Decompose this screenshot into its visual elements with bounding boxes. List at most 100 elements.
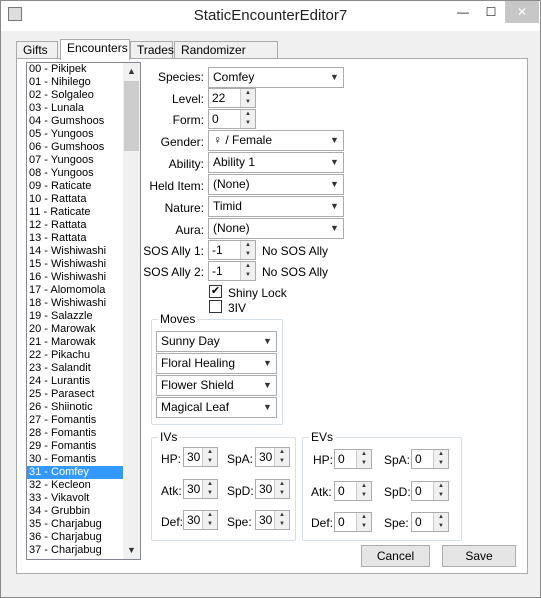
list-item[interactable]: 35 - Charjabug	[27, 518, 123, 531]
iv-hp-stepper[interactable]: 30 ▲ ▼	[183, 447, 218, 467]
scroll-up-icon[interactable]: ▲	[123, 63, 140, 80]
iv-spa-stepper[interactable]: 30 ▲ ▼	[255, 447, 290, 467]
move-4-dropdown[interactable]: Magical Leaf ▼	[156, 397, 277, 418]
list-item[interactable]: 20 - Marowak	[27, 323, 123, 336]
sos-ally-1-spin[interactable]: ▲ ▼	[240, 241, 255, 259]
list-item[interactable]: 00 - Pikipek	[27, 63, 123, 76]
tab-trades[interactable]: Trades	[130, 41, 174, 59]
iv-spd-stepper[interactable]: 30 ▲ ▼	[255, 479, 290, 499]
sos-ally-1-stepper[interactable]: -1 ▲ ▼	[208, 240, 256, 260]
iv-atk-stepper[interactable]: 30 ▲ ▼	[183, 479, 218, 499]
list-item[interactable]: 02 - Solgaleo	[27, 89, 123, 102]
list-item[interactable]: 06 - Gumshoos	[27, 141, 123, 154]
list-item[interactable]: 36 - Charjabug	[27, 531, 123, 544]
ev-spe-spin[interactable]: ▲ ▼	[433, 513, 448, 531]
list-item[interactable]: 21 - Marowak	[27, 336, 123, 349]
ev-spa-value: 0	[415, 452, 422, 466]
list-item[interactable]: 26 - Shiinotic	[27, 401, 123, 414]
move-2-dropdown[interactable]: Floral Healing ▼	[156, 353, 277, 374]
gender-dropdown[interactable]: ♀ / Female ▼	[208, 130, 344, 151]
list-item[interactable]: 25 - Parasect	[27, 388, 123, 401]
tab-randomizer-options[interactable]: Randomizer Options	[174, 41, 278, 71]
ev-spd-stepper[interactable]: 0 ▲ ▼	[411, 481, 449, 501]
level-stepper[interactable]: 22 ▲ ▼	[208, 88, 256, 108]
list-item[interactable]: 11 - Raticate	[27, 206, 123, 219]
iv-def-spin[interactable]: ▲ ▼	[202, 511, 217, 529]
minimize-button[interactable]: —	[449, 1, 477, 23]
maximize-button[interactable]: ☐	[477, 1, 505, 23]
list-item[interactable]: 28 - Fomantis	[27, 427, 123, 440]
close-button[interactable]: ✕	[505, 1, 539, 23]
list-item[interactable]: 27 - Fomantis	[27, 414, 123, 427]
list-item[interactable]: 13 - Rattata	[27, 232, 123, 245]
ev-atk-spin[interactable]: ▲ ▼	[356, 482, 371, 500]
iv-def-stepper[interactable]: 30 ▲ ▼	[183, 510, 218, 530]
three-iv-label[interactable]: 3IV	[228, 301, 246, 315]
held-item-dropdown[interactable]: (None) ▼	[208, 174, 344, 195]
list-item[interactable]: 16 - Wishiwashi	[27, 271, 123, 284]
tab-gifts[interactable]: Gifts	[16, 41, 58, 59]
list-item[interactable]: 04 - Gumshoos	[27, 115, 123, 128]
iv-spe-spin[interactable]: ▲ ▼	[274, 511, 289, 529]
ev-spa-stepper[interactable]: 0 ▲ ▼	[411, 449, 449, 469]
aura-dropdown[interactable]: (None) ▼	[208, 218, 344, 239]
shiny-lock-checkbox[interactable]: ✔	[209, 285, 222, 298]
list-item[interactable]: 23 - Salandit	[27, 362, 123, 375]
list-item[interactable]: 33 - Vikavolt	[27, 492, 123, 505]
list-item[interactable]: 24 - Lurantis	[27, 375, 123, 388]
list-item[interactable]: 30 - Fomantis	[27, 453, 123, 466]
list-item[interactable]: 10 - Rattata	[27, 193, 123, 206]
list-item[interactable]: 05 - Yungoos	[27, 128, 123, 141]
form-spin[interactable]: ▲ ▼	[240, 110, 255, 128]
ev-hp-stepper[interactable]: 0 ▲ ▼	[334, 449, 372, 469]
list-item[interactable]: 32 - Kecleon	[27, 479, 123, 492]
iv-hp-spin[interactable]: ▲ ▼	[202, 448, 217, 466]
level-spin[interactable]: ▲ ▼	[240, 89, 255, 107]
encounter-list[interactable]: 00 - Pikipek 01 - Nihilego 02 - Solgaleo 03…	[26, 62, 141, 560]
iv-spd-spin[interactable]: ▲ ▼	[274, 480, 289, 498]
iv-atk-spin[interactable]: ▲ ▼	[202, 480, 217, 498]
list-item[interactable]: 29 - Fomantis	[27, 440, 123, 453]
ev-spe-stepper[interactable]: 0 ▲ ▼	[411, 512, 449, 532]
list-scrollbar[interactable]: ▲ ▼	[123, 63, 140, 559]
ev-def-stepper[interactable]: 0 ▲ ▼	[334, 512, 372, 532]
sos-ally-2-stepper[interactable]: -1 ▲ ▼	[208, 261, 256, 281]
scroll-thumb[interactable]	[124, 81, 139, 151]
list-item[interactable]: 22 - Pikachu	[27, 349, 123, 362]
list-item[interactable]: 19 - Salazzle	[27, 310, 123, 323]
nature-dropdown[interactable]: Timid ▼	[208, 196, 344, 217]
list-item[interactable]: 09 - Raticate	[27, 180, 123, 193]
list-item[interactable]: 14 - Wishiwashi	[27, 245, 123, 258]
list-item[interactable]: 03 - Lunala	[27, 102, 123, 115]
sos-ally-2-spin[interactable]: ▲ ▼	[240, 262, 255, 280]
ev-hp-spin[interactable]: ▲ ▼	[356, 450, 371, 468]
iv-spe-stepper[interactable]: 30 ▲ ▼	[255, 510, 290, 530]
iv-spa-spin[interactable]: ▲ ▼	[274, 448, 289, 466]
list-item[interactable]: 07 - Yungoos	[27, 154, 123, 167]
list-item[interactable]: 31 - Comfey	[27, 466, 123, 479]
ev-atk-stepper[interactable]: 0 ▲ ▼	[334, 481, 372, 501]
cancel-button[interactable]: Cancel	[361, 545, 430, 567]
move-1-dropdown[interactable]: Sunny Day ▼	[156, 331, 277, 352]
three-iv-checkbox[interactable]	[209, 300, 222, 313]
move-3-dropdown[interactable]: Flower Shield ▼	[156, 375, 277, 396]
list-item[interactable]: 37 - Charjabug	[27, 544, 123, 557]
title-bar[interactable]: StaticEncounterEditor7 — ☐ ✕	[1, 1, 540, 31]
list-item[interactable]: 12 - Rattata	[27, 219, 123, 232]
ev-def-spin[interactable]: ▲ ▼	[356, 513, 371, 531]
form-stepper[interactable]: 0 ▲ ▼	[208, 109, 256, 129]
list-item[interactable]: 18 - Wishiwashi	[27, 297, 123, 310]
list-item[interactable]: 17 - Alomomola	[27, 284, 123, 297]
ev-spa-spin[interactable]: ▲ ▼	[433, 450, 448, 468]
ev-spd-spin[interactable]: ▲ ▼	[433, 482, 448, 500]
save-button[interactable]: Save	[442, 545, 516, 567]
shiny-lock-label[interactable]: Shiny Lock	[228, 286, 287, 300]
tab-encounters[interactable]: Encounters	[60, 39, 130, 60]
ability-dropdown[interactable]: Ability 1 ▼	[208, 152, 344, 173]
scroll-down-icon[interactable]: ▼	[123, 542, 140, 559]
list-item[interactable]: 34 - Grubbin	[27, 505, 123, 518]
list-item[interactable]: 08 - Yungoos	[27, 167, 123, 180]
species-dropdown[interactable]: Comfey ▼	[208, 67, 344, 88]
list-item[interactable]: 15 - Wishiwashi	[27, 258, 123, 271]
list-item[interactable]: 01 - Nihilego	[27, 76, 123, 89]
